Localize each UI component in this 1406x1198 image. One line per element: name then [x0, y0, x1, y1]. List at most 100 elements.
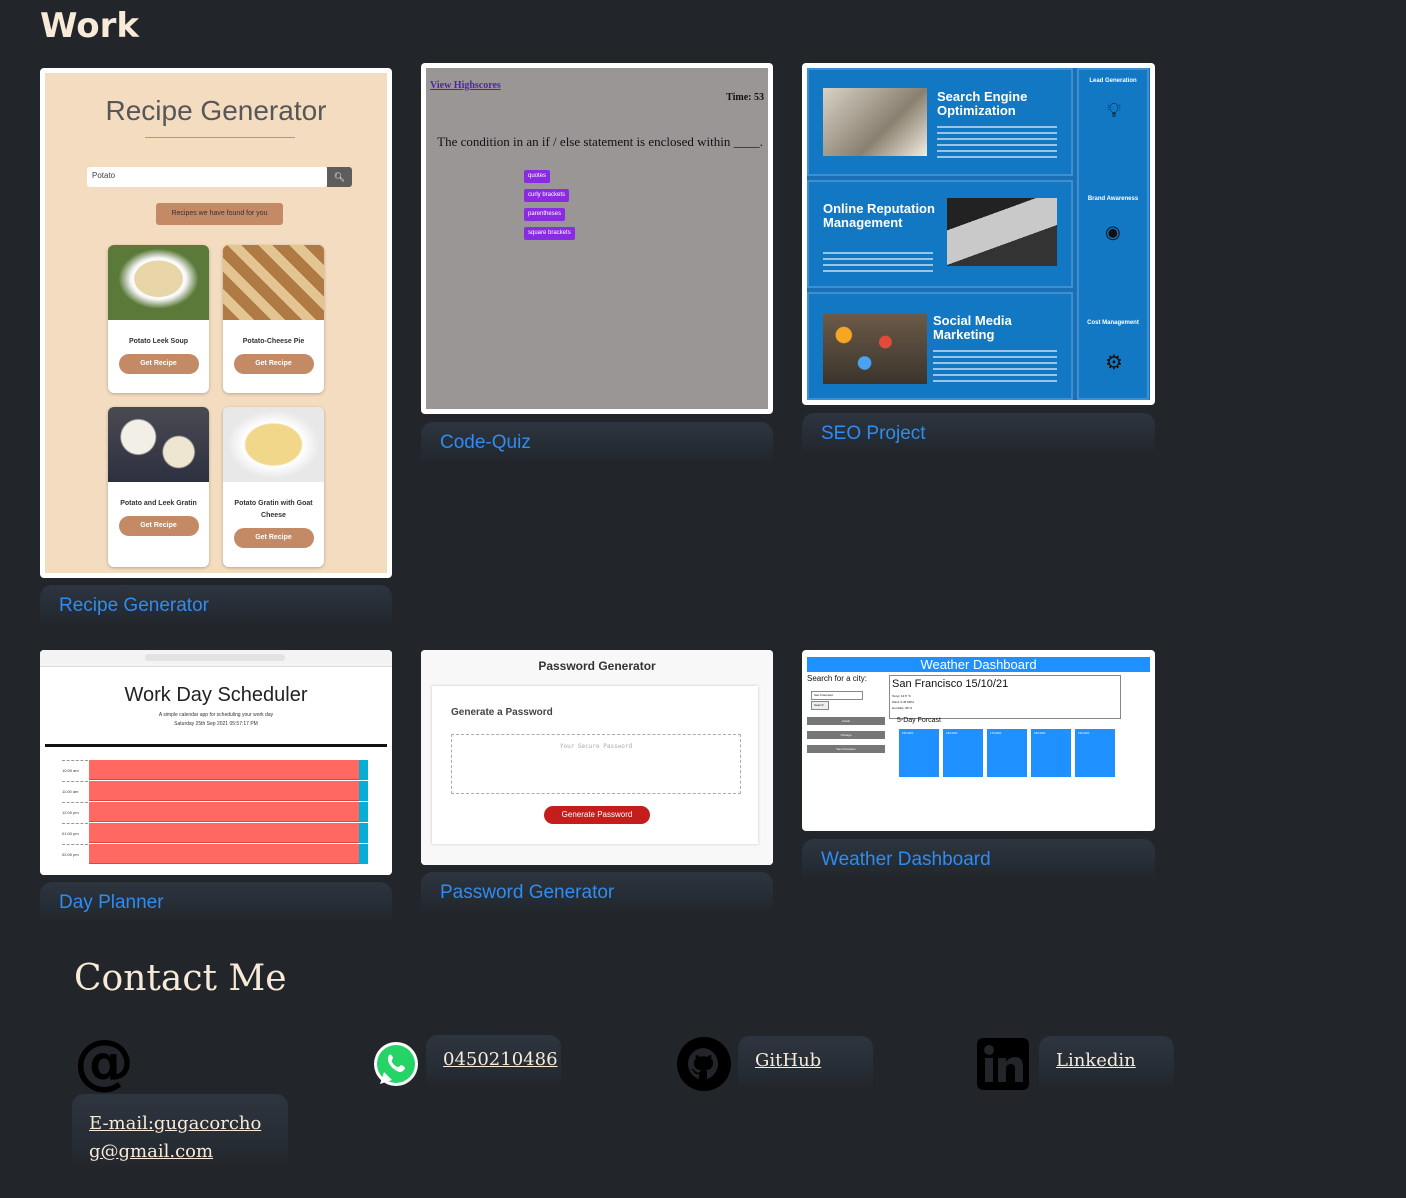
seo-panel: Online Reputation Management: [807, 180, 1073, 288]
email-icon: @: [74, 1027, 134, 1097]
seo-sidebar: Lead Generation 💡︎ Brand Awareness ◉ Cos…: [1077, 68, 1149, 400]
seo-heading: Search Engine Optimization: [937, 89, 1028, 118]
planner-date: Saturday 25th Sep 2021 05:57:17 PM: [174, 721, 258, 727]
weather-search-button: Search: [811, 701, 829, 710]
project-link-recipe[interactable]: Recipe Generator: [40, 585, 392, 629]
seo-side-heading: Brand Awareness: [1087, 196, 1139, 202]
seo-panel: Search Engine Optimization: [807, 68, 1073, 176]
recipe-name: Potato and Leek Gratin: [120, 500, 197, 507]
get-recipe-button: Get Recipe: [233, 354, 314, 374]
recipe-app-title: Recipe Generator: [105, 95, 327, 126]
time-block: 02:00 pm: [62, 844, 368, 864]
time-block: 12:00 pm: [62, 802, 368, 822]
seo-text: [937, 126, 1057, 162]
gratin-cheese-image: [223, 407, 324, 482]
email-link[interactable]: E-mail:gugacorchog@gmail.com: [72, 1094, 288, 1174]
hour-label: 10:00 am: [62, 760, 88, 780]
social-image: [823, 314, 927, 384]
recipe-card: Potato-Cheese Pie Get Recipe: [223, 245, 324, 393]
forecast-day: 15/10/21: [899, 729, 939, 777]
city-history-button: Austin: [807, 717, 885, 725]
time-block: 01:00 pm: [62, 823, 368, 843]
password-screenshot: Password Generator Generate a Password Y…: [421, 650, 773, 865]
save-icon: [359, 781, 368, 801]
section-title: Work: [40, 6, 140, 46]
current-city: San Francisco 15/10/21: [892, 678, 1009, 690]
browser-bar: [40, 650, 392, 667]
get-recipe-button: Get Recipe: [233, 528, 314, 548]
recipe-name: Potato Leek Soup: [128, 338, 189, 345]
get-recipe-button: Get Recipe: [118, 516, 199, 536]
planner-title: Work Day Scheduler: [124, 684, 308, 706]
project-thumbnail-password[interactable]: Password Generator Generate a Password Y…: [421, 650, 773, 865]
password-app-title: Password Generator: [538, 659, 656, 673]
project-thumbnail-planner[interactable]: Work Day Scheduler A simple calendar app…: [40, 650, 392, 875]
quiz-option: square brackets: [524, 227, 575, 240]
generate-password-button: Generate Password: [544, 806, 650, 824]
divider: [145, 137, 295, 138]
password-subtitle: Generate a Password: [451, 707, 553, 718]
forecast-day: 18/10/21: [1031, 729, 1071, 777]
project-thumbnail-seo[interactable]: Search Engine Optimization Online Reputa…: [802, 63, 1155, 405]
time-block: 10:00 am: [62, 760, 368, 780]
project-thumbnail-recipe[interactable]: Recipe Generator Potato 🔍︎ Recipes we ha…: [40, 68, 392, 578]
divider: [45, 744, 387, 747]
quiz-option: parentheses: [524, 208, 566, 221]
broadcast-icon: ◉: [1105, 222, 1121, 242]
quiz-option: quotes: [524, 170, 551, 183]
time-block-input: [89, 760, 359, 780]
github-icon: [676, 1036, 732, 1097]
project-link-planner[interactable]: Day Planner: [40, 882, 392, 926]
pie-image: [223, 245, 324, 320]
planner-screenshot: Work Day Scheduler A simple calendar app…: [40, 650, 392, 875]
recipe-search-input: Potato: [87, 167, 327, 187]
save-icon: [359, 844, 368, 864]
quiz-screenshot: View Highscores Time: 53 The condition i…: [426, 68, 768, 409]
seo-text: [933, 350, 1057, 384]
soup-image: [108, 245, 209, 320]
get-recipe-button: Get Recipe: [118, 354, 199, 374]
project-link-seo[interactable]: SEO Project: [802, 413, 1155, 457]
seo-screenshot: Search Engine Optimization Online Reputa…: [807, 68, 1150, 400]
project-link-quiz[interactable]: Code-Quiz: [421, 422, 773, 466]
seo-image: [823, 88, 927, 156]
contact-title: Contact Me: [74, 958, 287, 999]
seo-heading: Social Media Marketing: [933, 313, 1012, 342]
seo-side-heading: Lead Generation: [1089, 78, 1137, 84]
city-history-button: San Francisco: [807, 745, 885, 753]
time-block-input: [89, 844, 359, 864]
weather-screenshot: Weather Dashboard Search for a city: San…: [807, 655, 1150, 826]
project-thumbnail-quiz[interactable]: View Highscores Time: 53 The condition i…: [421, 63, 773, 414]
recipe-screenshot: Recipe Generator Potato 🔍︎ Recipes we ha…: [45, 73, 387, 573]
laptop-image: [947, 198, 1057, 266]
phone-link[interactable]: 0450210486: [426, 1035, 561, 1091]
time-block-input: [89, 781, 359, 801]
recipe-card: Potato Gratin with Goat Cheese Get Recip…: [223, 407, 324, 567]
weather-app-title: Weather Dashboard: [807, 657, 1150, 672]
quiz-question: The condition in an if / else statement …: [437, 134, 763, 149]
lightbulb-icon: 💡︎: [1107, 100, 1121, 122]
recipe-card: Potato Leek Soup Get Recipe: [108, 245, 209, 393]
github-link[interactable]: GitHub: [738, 1036, 873, 1092]
save-icon: [359, 823, 368, 843]
password-output: Your Secure Password: [451, 734, 741, 794]
time-block-input: [89, 802, 359, 822]
seo-text: [823, 252, 933, 276]
linkedin-link[interactable]: Linkedin: [1039, 1036, 1174, 1092]
password-card: Generate a Password Your Secure Password…: [432, 686, 758, 844]
project-link-weather[interactable]: Weather Dashboard: [802, 839, 1155, 883]
hour-label: 11:00 am: [62, 781, 88, 801]
forecast-day: 19/10/21: [1075, 729, 1115, 777]
seo-panel: Social Media Marketing: [807, 292, 1073, 400]
recipe-name: Potato Gratin with Goat Cheese: [234, 500, 313, 519]
gratin-image: [108, 407, 209, 482]
linkedin-icon: [977, 1038, 1029, 1095]
project-link-password[interactable]: Password Generator: [421, 872, 773, 916]
recipe-card: Potato and Leek Gratin Get Recipe: [108, 407, 209, 567]
time-block: 11:00 am: [62, 781, 368, 801]
save-icon: [359, 802, 368, 822]
whatsapp-icon: [372, 1040, 420, 1093]
time-block-input: [89, 823, 359, 843]
project-thumbnail-weather[interactable]: Weather Dashboard Search for a city: San…: [802, 650, 1155, 831]
current-humidity: Humidity: 86 %: [892, 706, 913, 710]
